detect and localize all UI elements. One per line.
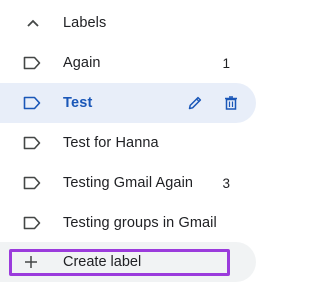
label-item-name: Test [63,95,93,111]
label-item-test-for-hanna[interactable]: Test for Hanna [0,123,256,163]
label-item-again[interactable]: Again 1 [0,43,256,83]
label-item-testing-groups-in-gmail[interactable]: Testing groups in Gmail [0,203,256,243]
labels-header[interactable]: Labels [0,3,256,43]
pencil-icon[interactable] [186,94,204,112]
label-item-name: Again [63,55,101,71]
label-item-testing-gmail-again[interactable]: Testing Gmail Again 3 [0,163,256,203]
trash-icon[interactable] [222,94,240,112]
label-icon [23,56,41,70]
label-icon [23,136,41,150]
label-item-count: 1 [222,55,230,71]
label-icon [23,176,41,190]
label-item-test[interactable]: Test [0,83,256,123]
label-item-count: 3 [222,175,230,191]
label-icon [23,96,41,110]
label-icon [23,216,41,230]
chevron-up-icon[interactable] [24,16,42,30]
label-item-actions [186,93,240,113]
label-item-name: Test for Hanna [63,135,159,151]
labels-panel: Labels Again 1 Test Test for Hanna Testi… [0,0,263,284]
label-item-name: Testing groups in Gmail [63,215,217,231]
highlight-outline [9,249,230,276]
labels-header-title: Labels [63,15,107,31]
label-item-name: Testing Gmail Again [63,175,194,191]
